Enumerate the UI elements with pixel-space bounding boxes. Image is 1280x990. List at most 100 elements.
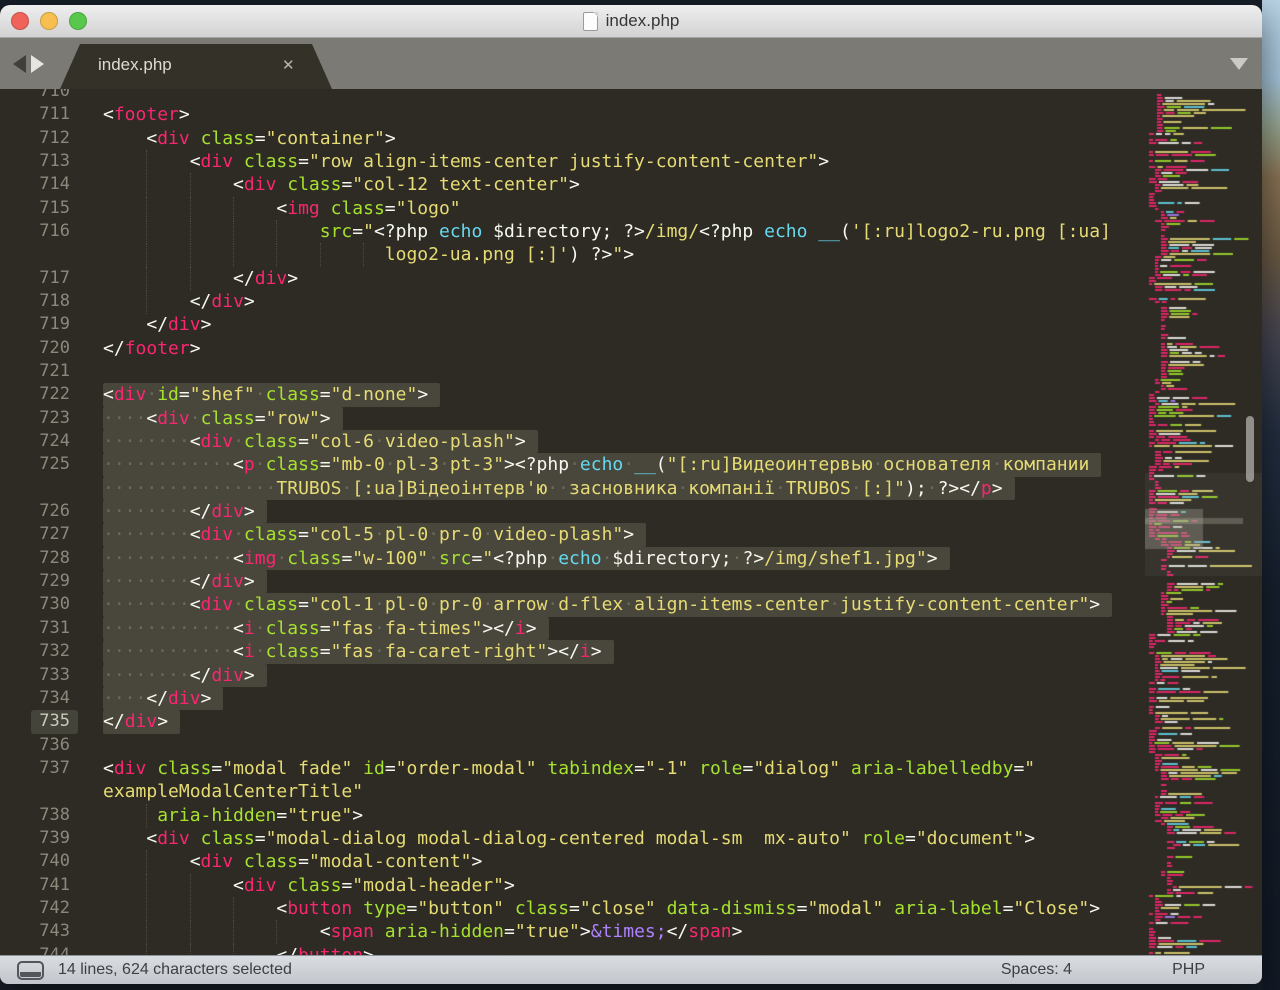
line-number[interactable]: 724 [0,430,70,453]
line-number[interactable]: 742 [0,897,70,920]
panel-toggle-icon[interactable] [17,961,44,980]
line-number[interactable]: 712 [0,127,70,150]
zoom-window-button[interactable] [69,12,87,30]
code-text: exampleModalCenterTitle" [103,781,364,803]
code-row[interactable]: 739 <div class="modal-dialog modal-dialo… [0,827,1262,851]
line-number[interactable]: 741 [0,874,70,897]
minimize-window-button[interactable] [40,12,58,30]
line-number[interactable]: 719 [0,313,70,336]
line-number[interactable]: 717 [0,267,70,290]
close-window-button[interactable] [11,12,29,30]
code-row[interactable]: exampleModalCenterTitle" [0,780,1262,804]
line-number[interactable]: 732 [0,640,70,663]
tab-bar: index.php ✕ [0,38,1262,89]
code-row[interactable]: 721 [0,360,1262,384]
line-number[interactable]: 739 [0,827,70,850]
code-row[interactable]: 743 <span aria-hidden="true">&times;</sp… [0,920,1262,945]
forward-arrow-icon[interactable] [31,55,44,73]
line-number[interactable]: 727 [0,523,70,546]
code-row[interactable]: 715 <img class="logo" [0,196,1262,221]
code-row[interactable]: 724 ········<div·class="col-6·video-plash… [0,430,1262,454]
line-number[interactable]: 711 [0,103,70,126]
code-row[interactable]: 722 <div·id="shef"·class="d-none"> [0,383,1262,407]
code-row[interactable]: 714 <div class="col-12 text-center"> [0,173,1262,198]
line-number[interactable]: 736 [0,734,70,757]
line-number[interactable]: 713 [0,150,70,173]
code-row[interactable]: 711 <footer> [0,103,1262,127]
code-row[interactable]: 716 src="<?php echo $directory; ?>/img/<… [0,220,1262,245]
line-number[interactable]: 735 [0,710,78,734]
line-number[interactable]: 722 [0,383,70,406]
code-text: ····</div> [103,686,224,711]
code-row[interactable]: 713 <div class="row align-items-center j… [0,150,1262,175]
code-row[interactable]: 729 ········</div> [0,570,1262,594]
code-text: ········</div> [103,570,267,594]
code-row[interactable]: 718 </div> [0,290,1262,315]
code-row[interactable]: ················TRUBOS·[:ua]Відеоінтерв'… [0,476,1262,501]
code-row[interactable]: 725 ············<p·class="mb-0·pl-3·pt-3"… [0,453,1262,477]
line-number[interactable]: 743 [0,920,70,943]
code-row[interactable]: 742 <button type="button" class="close" … [0,896,1262,921]
code-row[interactable]: 719 </div> [0,313,1262,337]
code-row[interactable]: 735 </div> [0,710,1262,734]
indent-indicator[interactable]: Spaces: 4 [1001,961,1072,979]
desktop-wallpaper [1262,0,1280,990]
code-row[interactable]: 736 [0,734,1262,758]
code-text: src="<?php echo $directory; ?>/img/<?php… [319,221,1111,243]
line-number[interactable]: 716 [0,220,70,243]
code-row[interactable]: 717 </div> [0,266,1262,291]
line-number[interactable]: 718 [0,290,70,313]
code-row[interactable]: 723 ····<div·class="row"> [0,406,1262,431]
line-number[interactable]: 723 [0,407,70,430]
code-row[interactable]: 738 aria-hidden="true"> [0,803,1262,828]
tab-index-php[interactable]: index.php ✕ [60,44,332,89]
line-number[interactable]: 720 [0,337,70,360]
code-row[interactable]: 710 [0,89,1262,104]
line-number[interactable]: 725 [0,453,70,476]
line-number[interactable]: 715 [0,197,70,220]
back-arrow-icon[interactable] [13,55,26,73]
document-icon [582,11,598,31]
code-text: <button type="button" class="close" data… [276,897,1101,919]
line-number[interactable]: 728 [0,547,70,570]
line-number[interactable]: 729 [0,570,70,593]
code-row[interactable]: 734 ····</div> [0,686,1262,711]
code-row[interactable]: 740 <div class="modal-content"> [0,850,1262,875]
line-number[interactable]: 744 [0,944,70,955]
tab-close-icon[interactable]: ✕ [282,56,295,74]
syntax-indicator[interactable]: PHP [1172,961,1205,979]
line-number[interactable]: 714 [0,173,70,196]
code-text: </div> [146,314,212,336]
line-number[interactable]: 726 [0,500,70,523]
window-title: index.php [605,11,680,30]
code-row[interactable]: logo2-ua.png [:]') ?>"> [0,243,1262,268]
tab-list-dropdown-icon[interactable] [1230,58,1248,70]
code-text: <footer> [103,104,190,126]
code-row[interactable]: 728 ············<img·class="w-100"·src="<… [0,546,1262,571]
code-row[interactable]: 741 <div class="modal-header"> [0,873,1262,898]
code-area[interactable]: 710 711 <footer> 712 <div class="container"… [0,89,1262,955]
code-row[interactable]: 727 ········<div·class="col-5·pl-0·pr-0·v… [0,523,1262,547]
line-number[interactable]: 734 [0,687,70,710]
line-number[interactable]: 731 [0,617,70,640]
code-text: ····<div·class="row"> [103,406,343,431]
code-row[interactable]: 726 ········</div> [0,500,1262,524]
code-row[interactable]: 712 <div class="container"> [0,127,1262,151]
code-row[interactable]: 731 ············<i·class="fas·fa-times"><… [0,616,1262,641]
code-row[interactable]: 732 ············<i·class="fas·fa-caret-ri… [0,640,1262,664]
line-number[interactable]: 710 [0,89,70,103]
line-number[interactable]: 738 [0,804,70,827]
code-text: ············<i·class="fas·fa-times"></i> [103,616,549,641]
code-row[interactable]: 730 ········<div·class="col-1·pl-0·pr-0·a… [0,593,1262,617]
line-number[interactable]: 721 [0,360,70,383]
line-number[interactable]: 737 [0,757,70,780]
line-number[interactable]: 730 [0,593,70,616]
line-number[interactable]: 740 [0,850,70,873]
code-row[interactable]: 733 ········</div> [0,663,1262,688]
code-row[interactable]: 720 </footer> [0,337,1262,361]
code-row[interactable]: 744 </button> [0,943,1262,955]
code-row[interactable]: 737 <div class="modal fade" id="order-mod… [0,757,1262,781]
code-text: <div class="container"> [146,127,396,149]
code-text: </div> [233,267,299,289]
line-number[interactable]: 733 [0,664,70,687]
